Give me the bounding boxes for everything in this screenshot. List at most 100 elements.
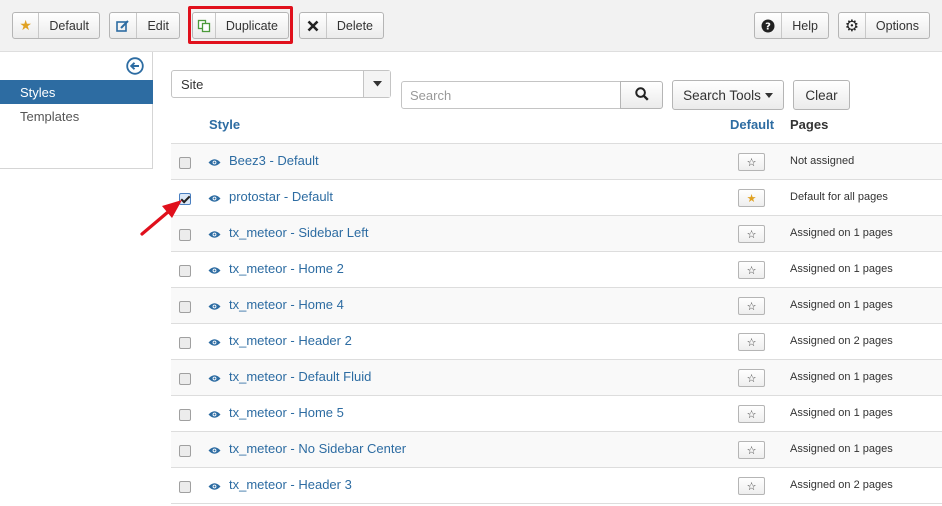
search-tools-button[interactable]: Search Tools	[672, 80, 784, 110]
search-button[interactable]	[620, 81, 663, 109]
star-icon: ☆	[746, 444, 757, 457]
eye-icon[interactable]	[208, 443, 221, 454]
style-name-link[interactable]: tx_meteor - No Sidebar Center	[229, 441, 406, 456]
eye-icon[interactable]	[208, 263, 221, 274]
edit-button[interactable]: Edit	[109, 12, 180, 39]
column-header-pages: Pages	[790, 117, 829, 132]
delete-button[interactable]: Delete	[299, 12, 384, 39]
pages-assignment: Assigned on 2 pages	[790, 479, 893, 491]
caret-down-icon	[764, 92, 773, 98]
pages-assignment: Assigned on 1 pages	[790, 299, 893, 311]
row-checkbox[interactable]	[179, 157, 191, 169]
annotation-arrow-icon	[140, 200, 182, 236]
pages-assignment: Assigned on 1 pages	[790, 263, 893, 275]
star-icon: ★	[746, 192, 757, 205]
table-row: tx_meteor - Home 2 ☆ Assigned on 1 pages	[171, 252, 942, 288]
pages-assignment: Assigned on 1 pages	[790, 443, 893, 455]
sidebar-item-label: Templates	[20, 108, 80, 124]
default-button-label: Default	[49, 18, 89, 33]
sidebar-item-styles[interactable]: Styles	[0, 80, 153, 104]
pages-assignment: Assigned on 1 pages	[790, 407, 893, 419]
table-row: tx_meteor - Sidebar Left ☆ Assigned on 1 p…	[171, 216, 942, 252]
style-name-link[interactable]: tx_meteor - Header 3	[229, 477, 352, 492]
set-default-button[interactable]: ☆	[738, 225, 765, 243]
duplicate-highlight-box	[188, 6, 293, 44]
star-icon: ★	[13, 13, 40, 38]
search-input[interactable]	[401, 81, 621, 109]
row-checkbox[interactable]	[179, 301, 191, 313]
row-checkbox[interactable]	[179, 265, 191, 277]
star-icon: ☆	[746, 336, 757, 349]
set-default-button[interactable]: ☆	[738, 261, 765, 279]
column-header-style[interactable]: Style	[209, 117, 240, 132]
eye-icon[interactable]	[208, 335, 221, 346]
table-row: tx_meteor - Header 3 ☆ Assigned on 2 pages	[171, 468, 942, 504]
style-name-link[interactable]: tx_meteor - Header 2	[229, 333, 352, 348]
table-row: tx_meteor - Home 4 ☆ Assigned on 1 pages	[171, 288, 942, 324]
pages-assignment: Not assigned	[790, 155, 855, 167]
eye-icon[interactable]	[208, 407, 221, 418]
eye-icon[interactable]	[208, 191, 221, 202]
set-default-button[interactable]: ☆	[738, 369, 765, 387]
sidebar-item-templates[interactable]: Templates	[0, 104, 153, 128]
pages-assignment: Assigned on 1 pages	[790, 371, 893, 383]
clear-label: Clear	[805, 87, 838, 103]
style-name-link[interactable]: protostar - Default	[229, 189, 333, 204]
question-circle-icon: ?	[755, 13, 783, 38]
toolbar: ★ Default Edit Duplicate Delete ? Help ⚙…	[0, 0, 942, 52]
help-button-label: Help	[792, 18, 818, 33]
style-name-link[interactable]: tx_meteor - Home 5	[229, 405, 344, 420]
eye-icon[interactable]	[208, 155, 221, 166]
arrow-left-circle-icon[interactable]	[126, 57, 144, 75]
table-row: tx_meteor - Home 5 ☆ Assigned on 1 pages	[171, 396, 942, 432]
pages-assignment: Default for all pages	[790, 191, 888, 203]
set-default-button[interactable]: ☆	[738, 405, 765, 423]
client-select[interactable]: Site	[171, 70, 391, 98]
column-header-default[interactable]: Default	[730, 117, 774, 132]
set-default-button[interactable]: ☆	[738, 477, 765, 495]
row-checkbox[interactable]	[179, 373, 191, 385]
set-default-button[interactable]: ☆	[738, 441, 765, 459]
eye-icon[interactable]	[208, 479, 221, 490]
table-row: Beez3 - Default ☆ Not assigned	[171, 144, 942, 180]
eye-icon[interactable]	[208, 371, 221, 382]
clear-button[interactable]: Clear	[793, 80, 850, 110]
gear-icon: ⚙	[839, 13, 866, 38]
style-name-link[interactable]: tx_meteor - Home 2	[229, 261, 344, 276]
style-name-link[interactable]: tx_meteor - Sidebar Left	[229, 225, 368, 240]
row-checkbox[interactable]	[179, 481, 191, 493]
set-default-button[interactable]: ☆	[738, 153, 765, 171]
search-tools-label: Search Tools	[683, 87, 761, 103]
style-name-link[interactable]: tx_meteor - Home 4	[229, 297, 344, 312]
row-checkbox[interactable]	[179, 409, 191, 421]
style-name-link[interactable]: Beez3 - Default	[229, 153, 319, 168]
set-default-button[interactable]: ☆	[738, 333, 765, 351]
options-button[interactable]: ⚙ Options	[838, 12, 930, 39]
row-checkbox[interactable]	[179, 445, 191, 457]
client-select-value: Site	[181, 76, 204, 92]
close-icon	[300, 13, 327, 38]
star-icon: ☆	[746, 300, 757, 313]
caret-down-icon	[363, 71, 390, 97]
svg-text:?: ?	[765, 21, 771, 32]
table-row: tx_meteor - No Sidebar Center ☆ Assigned o…	[171, 432, 942, 468]
set-default-button[interactable]: ☆	[738, 297, 765, 315]
search-icon	[634, 86, 649, 104]
help-button[interactable]: ? Help	[754, 12, 829, 39]
set-default-button[interactable]: ★	[738, 189, 765, 207]
options-button-label: Options	[875, 18, 919, 33]
table-row: tx_meteor - Default Fluid ☆ Assigned on 1 …	[171, 360, 942, 396]
star-icon: ☆	[746, 408, 757, 421]
star-icon: ☆	[746, 228, 757, 241]
row-checkbox[interactable]	[179, 337, 191, 349]
default-button[interactable]: ★ Default	[12, 12, 100, 39]
eye-icon[interactable]	[208, 299, 221, 310]
star-icon: ☆	[746, 156, 757, 169]
style-name-link[interactable]: tx_meteor - Default Fluid	[229, 369, 371, 384]
pages-assignment: Assigned on 2 pages	[790, 335, 893, 347]
table-row: tx_meteor - Header 2 ☆ Assigned on 2 pages	[171, 324, 942, 360]
pages-assignment: Assigned on 1 pages	[790, 227, 893, 239]
eye-icon[interactable]	[208, 227, 221, 238]
delete-button-label: Delete	[336, 18, 373, 33]
edit-icon	[110, 13, 138, 38]
